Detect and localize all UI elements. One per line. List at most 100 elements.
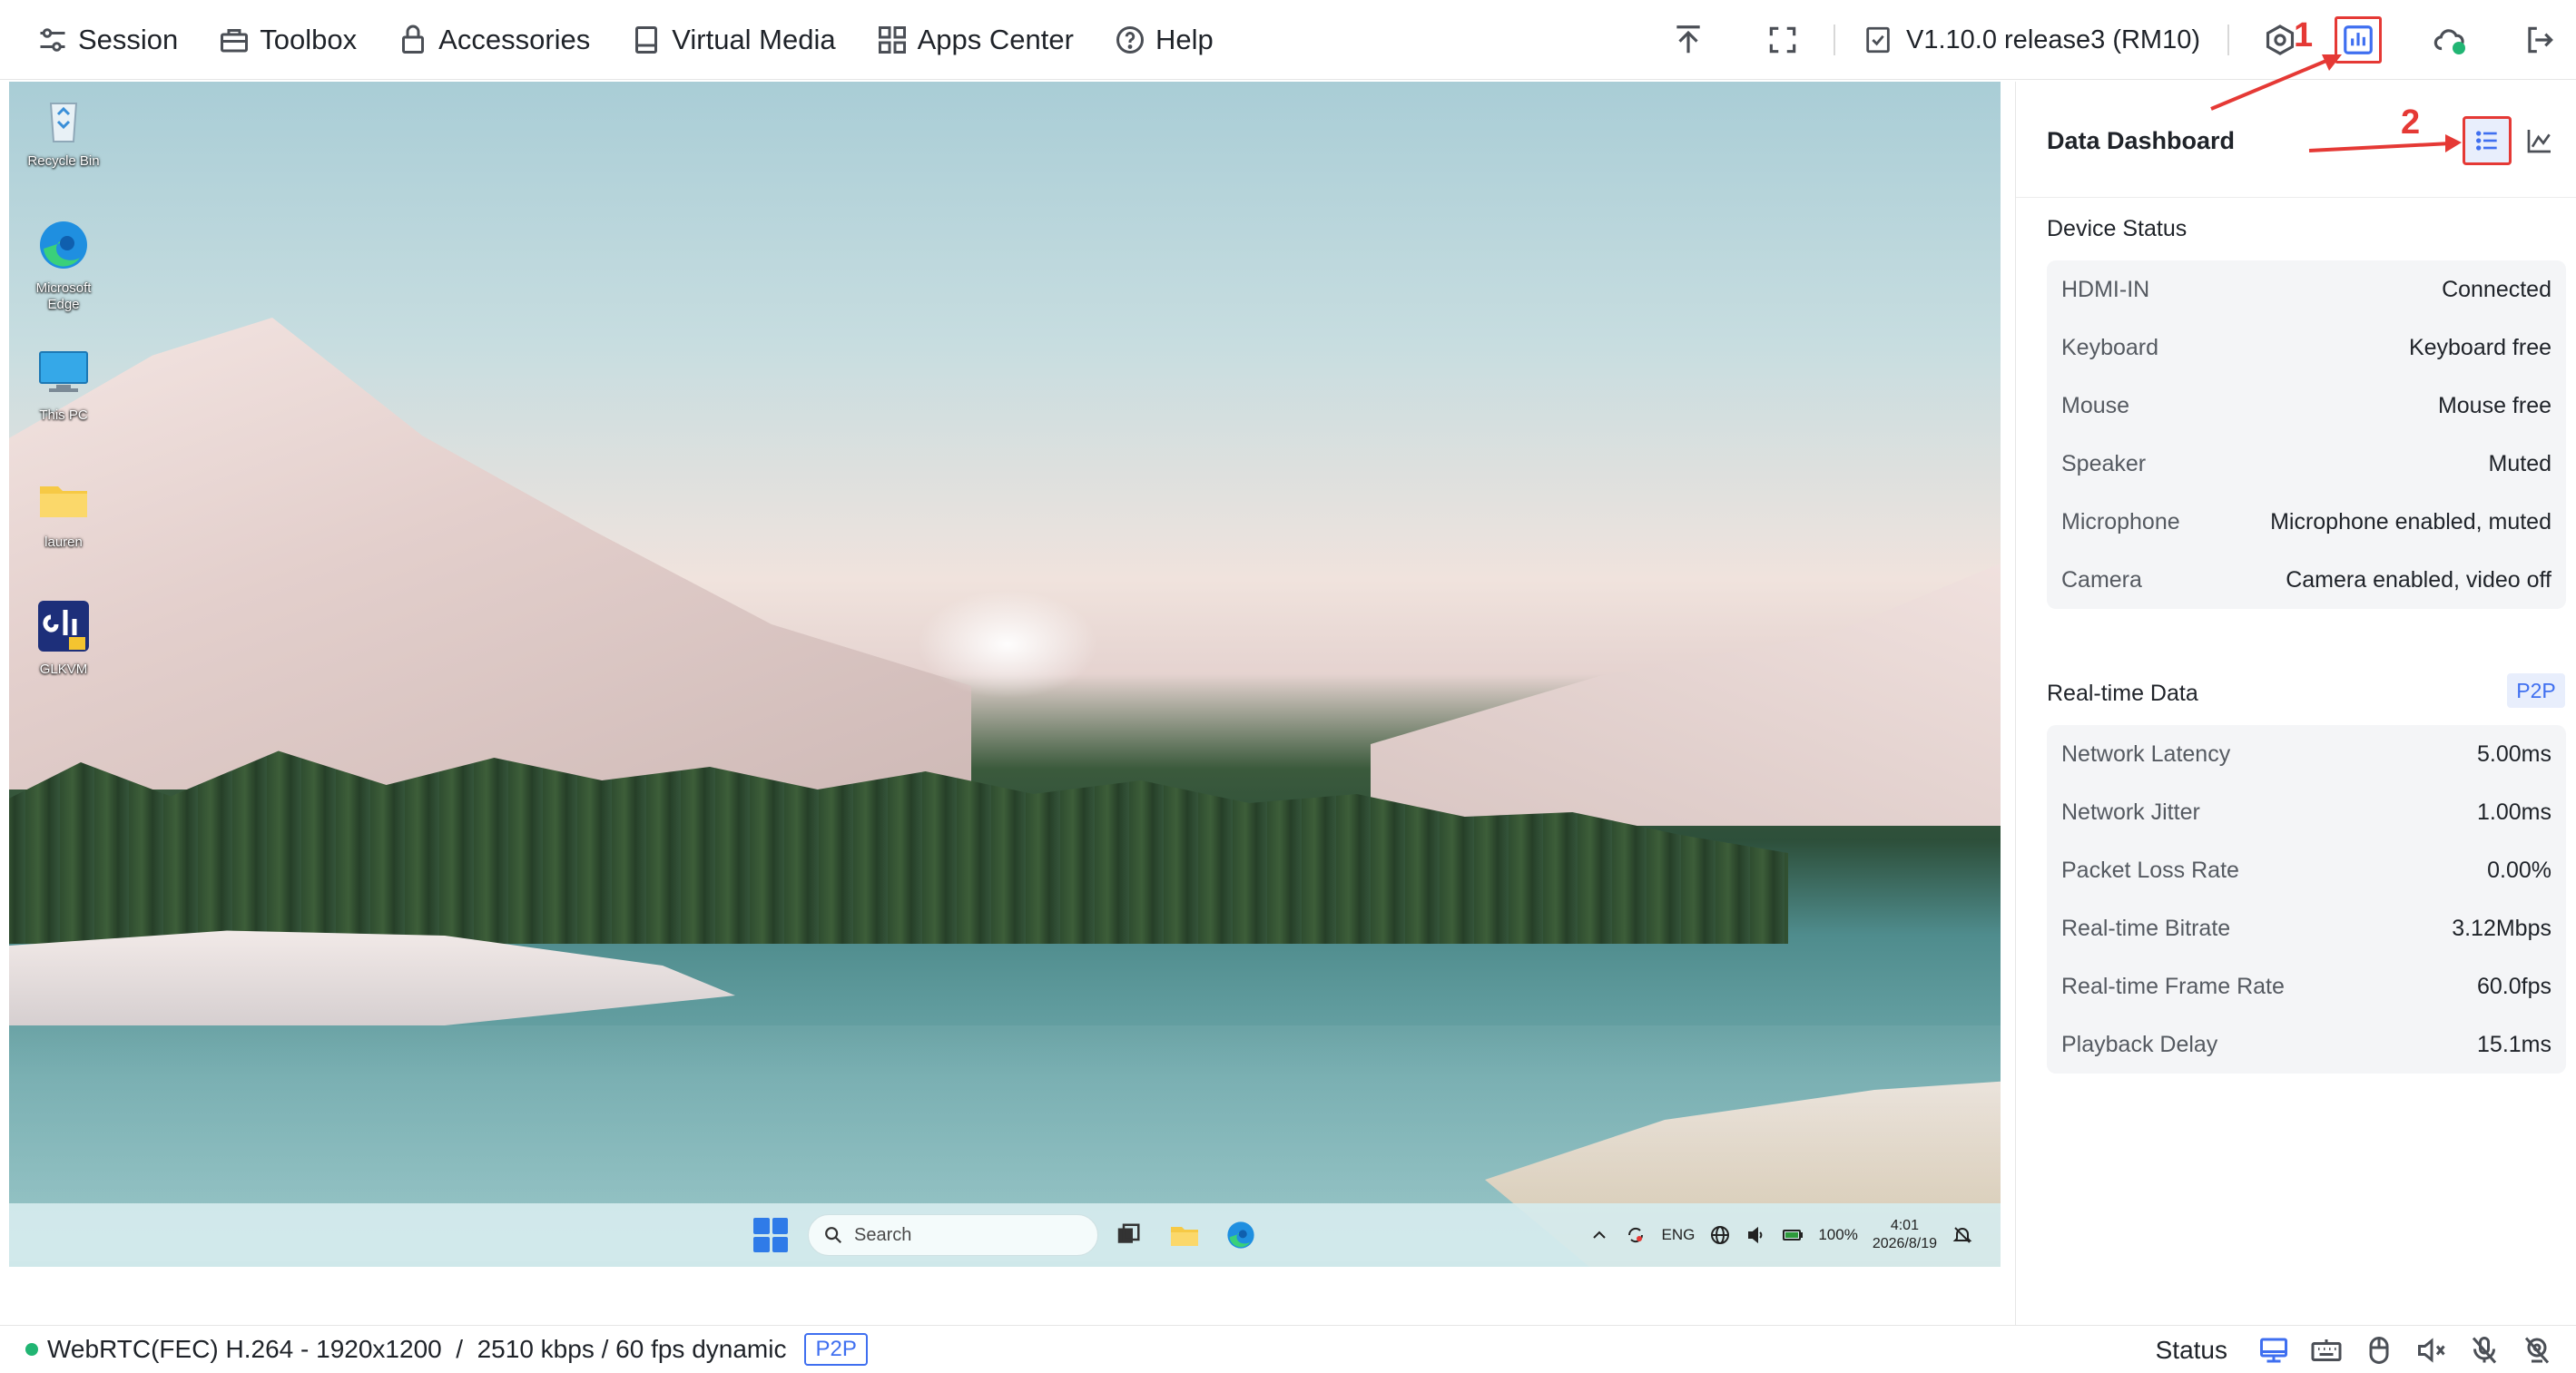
taskbar-clock[interactable]: 4:01 2026/8/19 <box>1873 1217 1937 1253</box>
status-label: Speaker <box>2061 450 2147 476</box>
list-icon <box>2476 131 2497 151</box>
stream-p2p-badge: P2P <box>804 1333 868 1366</box>
recycle-bin-icon <box>49 103 78 142</box>
metric-value: 3.12Mbps <box>2452 915 2551 941</box>
metric-value: 1.00ms <box>2477 799 2551 825</box>
keyboard-status-button[interactable] <box>2300 1329 2353 1372</box>
metric-label: Real-time Bitrate <box>2061 915 2231 941</box>
logout-icon <box>2528 26 2553 54</box>
edge-browser-icon <box>1227 1221 1254 1249</box>
device-status-title: Device Status <box>2047 216 2188 241</box>
file-explorer-button[interactable] <box>1165 1216 1204 1254</box>
desktop-icon-label: Recycle Bin <box>27 153 100 169</box>
status-label: Status <box>2155 1335 2227 1364</box>
data-dashboard-button[interactable] <box>2335 16 2382 64</box>
desktop-icon-recycle-bin[interactable]: Recycle Bin <box>18 89 109 170</box>
wallpaper-mountain <box>9 318 971 789</box>
desktop-icon-lauren-folder[interactable]: lauren <box>18 470 109 551</box>
edge-taskbar-button[interactable] <box>1222 1216 1260 1254</box>
stream-info: WebRTC(FEC) H.264 - 1920x1200 / 2510 kbp… <box>0 1333 868 1366</box>
dashboard-chart-icon <box>2344 25 2373 54</box>
desktop-icon-edge[interactable]: Microsoft Edge <box>18 216 109 313</box>
status-value: Microphone enabled, muted <box>2270 508 2551 534</box>
task-view-icon <box>1117 1223 1140 1243</box>
panel-header: Data Dashboard <box>2016 82 2576 198</box>
metric-label: Network Latency <box>2061 740 2231 767</box>
start-button[interactable] <box>753 1218 788 1252</box>
menu-toolbox-label: Toolbox <box>260 23 358 55</box>
metric-row-playback-delay: Playback Delay 15.1ms <box>2047 1015 2566 1074</box>
list-view-button[interactable] <box>2463 116 2512 165</box>
logout-button[interactable] <box>2516 16 2563 64</box>
menu-toolbox[interactable]: Toolbox <box>218 13 357 67</box>
status-label: Camera <box>2061 566 2142 593</box>
status-value: Camera enabled, video off <box>2286 566 2551 593</box>
status-value: Mouse free <box>2437 392 2551 418</box>
fullscreen-icon <box>1769 26 1796 54</box>
top-toolbar: Session Toolbox Accessories Virtual Medi… <box>0 0 2576 80</box>
clock-date: 2026/8/19 <box>1872 1236 1937 1251</box>
cloud-online-dot <box>2453 42 2465 54</box>
main-menu: Session Toolbox Accessories Virtual Medi… <box>0 0 1254 80</box>
status-value: Keyboard free <box>2408 334 2551 360</box>
chart-view-button[interactable] <box>2515 116 2564 165</box>
desktop-icon-this-pc[interactable]: This PC <box>18 343 109 424</box>
menu-help[interactable]: Help <box>1114 13 1214 67</box>
status-label: Mouse <box>2061 392 2130 418</box>
fullscreen-button[interactable] <box>1759 16 1806 64</box>
lock-icon <box>402 25 425 54</box>
camera-status-button[interactable] <box>2511 1329 2563 1372</box>
mouse-icon <box>2369 1336 2389 1364</box>
metric-value: 15.1ms <box>2477 1031 2551 1057</box>
notification-bell-icon[interactable] <box>1952 1224 1973 1246</box>
wallpaper-sun <box>917 590 1098 699</box>
version-icon <box>1866 26 1890 54</box>
upload-button[interactable] <box>1665 16 1712 64</box>
monitor-icon <box>2260 1338 2287 1362</box>
sliders-icon <box>40 27 65 52</box>
desktop-icon-label: GLKVM <box>39 662 88 677</box>
tray-language[interactable]: ENG <box>1661 1226 1695 1244</box>
status-row-speaker: Speaker Muted <box>2047 435 2566 493</box>
status-row-mouse: Mouse Mouse free <box>2047 377 2566 435</box>
upload-icon <box>1676 25 1700 54</box>
firmware-version[interactable]: V1.10.0 release3 (RM10) <box>1863 25 2200 55</box>
chevron-up-icon[interactable] <box>1588 1224 1610 1246</box>
annotation-number-2: 2 <box>2401 103 2421 142</box>
apps-grid-icon <box>878 25 906 54</box>
sync-recording-icon[interactable] <box>1625 1224 1647 1246</box>
remote-desktop-view[interactable]: Recycle Bin Microsoft Edge This PC laure… <box>9 82 2001 1267</box>
menu-accessories[interactable]: Accessories <box>397 13 590 67</box>
metric-row-frame-rate: Real-time Frame Rate 60.0fps <box>2047 957 2566 1015</box>
drive-icon <box>635 25 658 54</box>
camera-off-icon <box>2524 1337 2550 1363</box>
volume-icon[interactable] <box>1745 1224 1767 1246</box>
gear-icon <box>2266 25 2295 55</box>
system-tray: ENG 100% 4:01 2026/8/19 <box>1574 1203 1973 1267</box>
search-placeholder: Search <box>854 1224 912 1245</box>
battery-charging-icon[interactable] <box>1782 1224 1804 1246</box>
glkvm-app-icon <box>38 601 89 652</box>
status-row-keyboard: Keyboard Keyboard free <box>2047 319 2566 377</box>
desktop-icon-glkvm[interactable]: GLKVM <box>18 597 109 678</box>
menu-session[interactable]: Session <box>36 13 178 67</box>
metric-row-bitrate: Real-time Bitrate 3.12Mbps <box>2047 899 2566 957</box>
task-view-button[interactable] <box>1109 1216 1147 1254</box>
status-row-microphone: Microphone Microphone enabled, muted <box>2047 493 2566 551</box>
metric-label: Real-time Frame Rate <box>2061 973 2285 999</box>
menu-virtual-media[interactable]: Virtual Media <box>630 13 836 67</box>
cloud-button[interactable] <box>2425 16 2473 64</box>
speaker-muted-icon <box>2418 1337 2445 1363</box>
microphone-status-button[interactable] <box>2458 1329 2511 1372</box>
stream-online-dot <box>25 1343 38 1356</box>
mouse-status-button[interactable] <box>2353 1329 2405 1372</box>
taskbar-search[interactable]: Search <box>808 1214 1098 1256</box>
version-label: V1.10.0 release3 (RM10) <box>1906 25 2200 54</box>
search-icon <box>825 1227 842 1244</box>
video-status-button[interactable] <box>2247 1329 2300 1372</box>
network-globe-icon[interactable] <box>1709 1224 1731 1246</box>
toolbox-icon <box>221 28 249 52</box>
menu-apps-center[interactable]: Apps Center <box>876 13 1074 67</box>
speaker-status-button[interactable] <box>2405 1329 2458 1372</box>
menu-help-label: Help <box>1155 23 1214 55</box>
